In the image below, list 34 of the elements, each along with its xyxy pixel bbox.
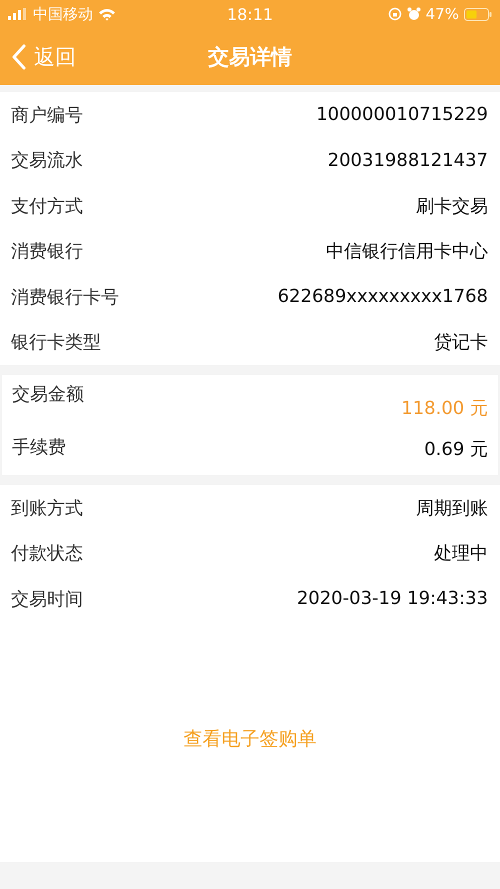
battery-icon (464, 8, 492, 20)
clock-time: 18:11 (226, 4, 274, 24)
field-value: 20031988121437 (328, 150, 488, 171)
field-label: 交易流水 (11, 149, 83, 172)
alarm-icon (406, 7, 421, 21)
field-value: 贷记卡 (434, 331, 488, 354)
field-label: 商户编号 (11, 104, 83, 127)
field-value: 周期到账 (416, 496, 488, 520)
wifi-icon (98, 8, 116, 20)
field-value: 中信银行信用卡中心 (326, 240, 488, 264)
field-label: 手续费 (12, 436, 66, 459)
field-value: 100000010715229 (316, 104, 488, 126)
field-label: 交易金额 (12, 383, 84, 406)
field-value: 118.00 元 (401, 397, 488, 420)
field-label: 消费银行卡号 (11, 286, 119, 309)
field-value: 2020-03-19 19:43:33 (296, 588, 488, 610)
field-label: 支付方式 (11, 194, 83, 218)
field-label: 交易时间 (11, 588, 83, 611)
rotation-lock-icon (388, 7, 402, 21)
chevron-left-icon (12, 44, 26, 70)
field-value: 622689xxxxxxxxx1768 (278, 286, 488, 308)
carrier-name: 中国移动 (33, 4, 93, 24)
field-label: 消费银行 (11, 240, 83, 264)
field-label: 到账方式 (11, 496, 83, 520)
field-value: 0.69 元 (424, 438, 488, 461)
back-button[interactable]: 返回 (0, 42, 76, 70)
field-label: 银行卡类型 (11, 331, 101, 354)
field-value: 处理中 (434, 542, 488, 566)
field-label: 付款状态 (11, 542, 83, 566)
page-title: 交易详情 (207, 44, 293, 70)
battery-percent: 47% (426, 5, 459, 23)
signal-icon (8, 8, 28, 20)
field-value: 刷卡交易 (416, 194, 488, 218)
view-receipt-link[interactable]: 查看电子签购单 (184, 726, 316, 752)
